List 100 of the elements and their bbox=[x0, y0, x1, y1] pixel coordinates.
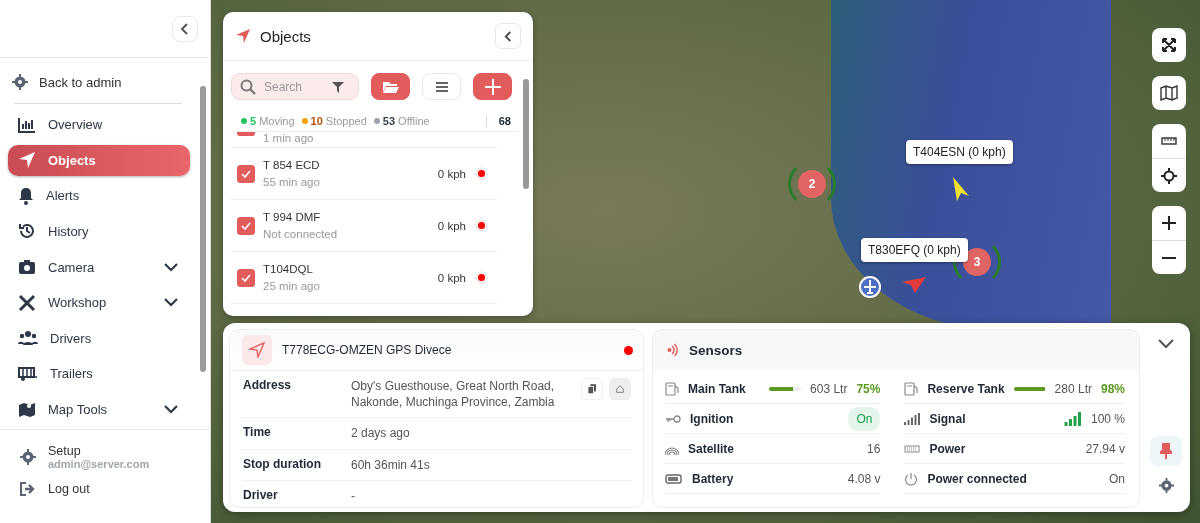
power-supply-icon bbox=[904, 444, 921, 453]
setup-link[interactable]: Setup admin@server.com bbox=[20, 444, 192, 470]
field-label: Time bbox=[243, 425, 272, 440]
logout-link[interactable]: Log out bbox=[20, 482, 192, 496]
search-icon bbox=[240, 78, 256, 95]
nav-item[interactable]: Workshop bbox=[8, 286, 190, 319]
speed: 0 kph bbox=[437, 271, 466, 284]
history-icon bbox=[18, 222, 36, 241]
field-label: Address bbox=[243, 378, 293, 392]
sensor-value: 16 bbox=[867, 441, 881, 456]
minus-icon bbox=[1162, 256, 1176, 259]
back-to-admin-link[interactable]: Back to admin bbox=[8, 70, 190, 94]
sensor-value: On bbox=[1109, 471, 1125, 486]
checkbox[interactable] bbox=[237, 216, 255, 235]
pin-button[interactable] bbox=[1150, 436, 1182, 466]
nav-item[interactable]: Camera bbox=[8, 251, 190, 283]
sensor-label: Main Tank bbox=[688, 381, 747, 396]
nav-item[interactable]: Alerts bbox=[8, 180, 190, 212]
checkmark-icon bbox=[241, 169, 251, 178]
scrollbar[interactable] bbox=[523, 79, 529, 189]
navigation-arrow-icon bbox=[18, 151, 36, 170]
last-update: 55 min ago bbox=[263, 176, 321, 188]
nav-item[interactable]: Trailers bbox=[8, 357, 190, 390]
map-layers-button[interactable] bbox=[1152, 76, 1186, 110]
folder-button[interactable] bbox=[371, 73, 410, 100]
last-update: 1 min ago bbox=[263, 132, 315, 144]
status-label: Moving bbox=[259, 115, 295, 127]
collapse-button[interactable] bbox=[172, 15, 198, 42]
add-button[interactable] bbox=[473, 73, 512, 100]
battery-icon bbox=[665, 473, 683, 484]
sensor-value: 280 Ltr bbox=[1054, 381, 1092, 396]
status-count: 10 bbox=[310, 115, 323, 127]
vehicle-arrow-icon[interactable] bbox=[951, 176, 971, 202]
sensor-value: 100 % bbox=[1090, 411, 1125, 426]
sensor-label: Ignition bbox=[690, 411, 735, 426]
satellite-map[interactable] bbox=[211, 0, 1200, 523]
status-label: Stopped bbox=[325, 115, 367, 127]
vehicle-tooltip: T404ESN (0 kph) bbox=[906, 140, 1013, 164]
status-dot bbox=[624, 345, 633, 355]
search-field[interactable]: Search bbox=[231, 73, 359, 100]
nav-item[interactable]: Drivers bbox=[8, 322, 190, 354]
menu-button[interactable] bbox=[422, 73, 461, 100]
fullscreen-button[interactable] bbox=[1152, 28, 1186, 62]
vehicle-name[interactable]: T 994 DMF bbox=[263, 211, 430, 223]
navigation-arrow-icon bbox=[235, 28, 251, 44]
panel-title: Objects bbox=[260, 27, 312, 45]
power-icon bbox=[904, 471, 919, 486]
scrollbar[interactable] bbox=[200, 86, 206, 372]
plus-icon bbox=[484, 78, 501, 95]
map-icon bbox=[1160, 85, 1178, 101]
field-value: 60h 36min 41s bbox=[351, 456, 431, 473]
plus-icon bbox=[1161, 215, 1177, 231]
nav-item[interactable]: Overview bbox=[8, 109, 190, 141]
house-icon bbox=[616, 383, 624, 395]
user-email: admin@server.com bbox=[48, 458, 150, 470]
fuel-percent: 75% bbox=[856, 381, 881, 396]
collapse-button[interactable] bbox=[495, 23, 521, 49]
nav-item[interactable]: Objects bbox=[8, 144, 190, 177]
last-update: Not connected bbox=[263, 228, 339, 240]
trailer-icon bbox=[18, 365, 38, 382]
section-title: Sensors bbox=[689, 342, 743, 358]
chart-icon bbox=[18, 116, 36, 133]
chevron-left-icon bbox=[503, 29, 513, 43]
camera-icon bbox=[18, 259, 36, 276]
vehicle-name[interactable]: T104DQL bbox=[263, 263, 430, 275]
menu-icon bbox=[435, 81, 448, 92]
fuel-tank-icon bbox=[904, 381, 919, 396]
sensor-value: 603 Ltr bbox=[810, 381, 848, 396]
speed: 0 kph bbox=[437, 219, 466, 232]
vehicle-name[interactable]: T 854 ECD bbox=[263, 159, 430, 171]
status-count: 5 bbox=[250, 115, 257, 127]
ruler-icon bbox=[1161, 137, 1177, 145]
filter-icon bbox=[332, 80, 344, 93]
checkbox[interactable] bbox=[237, 164, 255, 183]
search-input[interactable]: Search bbox=[262, 78, 326, 95]
field-label: Stop duration bbox=[243, 456, 322, 471]
copy-icon bbox=[588, 383, 596, 395]
users-icon bbox=[18, 330, 38, 347]
bell-icon bbox=[18, 186, 34, 205]
status-count: 53 bbox=[382, 115, 396, 127]
copy-button[interactable] bbox=[581, 378, 603, 400]
chevron-down-icon bbox=[1158, 339, 1174, 349]
pin-icon bbox=[1160, 443, 1172, 459]
map-pin-icon bbox=[18, 400, 36, 419]
last-update: 25 min ago bbox=[263, 280, 321, 292]
field-value: 2 days ago bbox=[351, 425, 411, 442]
sensor-label: Battery bbox=[692, 471, 735, 486]
checkbox[interactable] bbox=[237, 268, 255, 287]
checkmark-icon bbox=[241, 273, 251, 282]
nav-item[interactable]: Map Tools bbox=[8, 393, 190, 426]
fuel-gauge bbox=[1013, 386, 1046, 391]
crosshair-icon bbox=[1161, 167, 1177, 184]
sensor-label: Power bbox=[929, 441, 967, 456]
speed: 0 kph bbox=[437, 167, 466, 180]
sensor-label: Satellite bbox=[688, 441, 736, 456]
checkbox[interactable] bbox=[237, 132, 255, 136]
home-button[interactable] bbox=[609, 378, 631, 400]
sensor-label: Reserve Tank bbox=[927, 381, 1005, 396]
nav-item[interactable]: History bbox=[8, 215, 190, 248]
vehicle-tooltip: T830EFQ (0 kph) bbox=[861, 238, 968, 262]
